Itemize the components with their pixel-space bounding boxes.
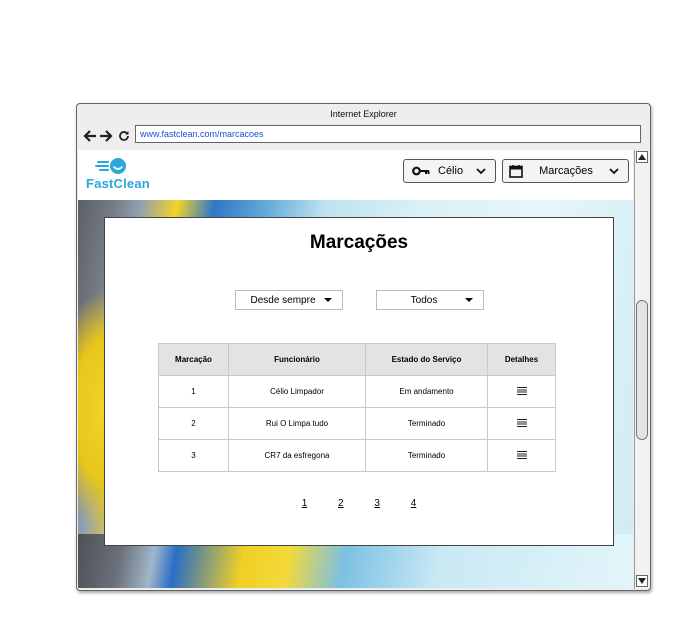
employee-cell: CR7 da esfregona [228, 439, 366, 472]
table-row: 2 Rui O Limpa tudo Terminado [158, 407, 556, 440]
page-title: Marcações [309, 232, 409, 253]
details-cell [487, 375, 556, 408]
page-link-2[interactable]: 2 [338, 498, 344, 509]
scroll-down-arrow-icon[interactable] [636, 575, 648, 587]
booking-id-cell: 3 [158, 439, 229, 472]
employee-cell: Rui O Limpa tudo [228, 407, 366, 440]
table-row: 3 CR7 da esfregona Terminado [158, 439, 556, 472]
page-link-4[interactable]: 4 [411, 498, 417, 509]
calendar-icon [509, 164, 523, 178]
caret-down-icon [324, 298, 332, 302]
table-row: 1 Célio Limpador Em andamento [158, 375, 556, 408]
details-cell [487, 439, 556, 472]
page-link-1[interactable]: 1 [302, 498, 308, 509]
period-filter-dropdown[interactable]: Desde sempre [235, 290, 343, 310]
table-header-row: Marcação Funcionário Estado do Serviço D… [158, 343, 556, 376]
page-link-3[interactable]: 3 [374, 498, 380, 509]
logo-mark-icon [95, 158, 126, 174]
service-state-cell: Terminado [365, 439, 488, 472]
column-header-employee: Funcionário [228, 343, 366, 376]
caret-down-icon [465, 298, 473, 302]
state-filter-dropdown[interactable]: Todos [376, 290, 484, 310]
browser-window: Internet Explorer www.fastclean.com/marc… [76, 103, 651, 591]
reload-icon[interactable] [115, 127, 133, 145]
column-header-service-state: Estado do Serviço [365, 343, 488, 376]
page-viewport: FastClean Célio Marcações Marcações Desd… [78, 150, 633, 588]
browser-nav-bar: www.fastclean.com/marcacoes [77, 124, 650, 150]
details-list-icon[interactable] [516, 450, 527, 459]
bookings-table: Marcação Funcionário Estado do Serviço D… [158, 343, 556, 472]
forward-arrow-icon[interactable] [97, 127, 115, 145]
fastclean-logo[interactable]: FastClean [86, 156, 166, 194]
address-bar[interactable]: www.fastclean.com/marcacoes [135, 125, 641, 143]
browser-title: Internet Explorer [330, 109, 397, 119]
booking-id-cell: 1 [158, 375, 229, 408]
service-state-cell: Terminado [365, 407, 488, 440]
period-filter-value: Desde sempre [250, 294, 316, 306]
service-state-cell: Em andamento [365, 375, 488, 408]
details-list-icon[interactable] [516, 418, 527, 427]
scrollbar-thumb[interactable] [636, 300, 648, 440]
logo-text: FastClean [86, 176, 150, 191]
state-filter-value: Todos [410, 294, 438, 306]
user-menu-label: Célio [438, 165, 464, 177]
chevron-down-icon [476, 167, 486, 175]
column-header-booking: Marcação [158, 343, 229, 376]
employee-cell: Célio Limpador [228, 375, 366, 408]
section-menu-label: Marcações [539, 165, 593, 177]
section-menu-button[interactable]: Marcações [502, 159, 629, 183]
booking-id-cell: 2 [158, 407, 229, 440]
bookings-card: Marcações Desde sempre Todos Marcação Fu… [104, 217, 614, 546]
chevron-down-icon [609, 167, 619, 175]
user-menu-button[interactable]: Célio [403, 159, 496, 183]
site-header: FastClean Célio Marcações [78, 150, 633, 200]
pagination: 1 2 3 4 [105, 498, 613, 509]
vertical-scrollbar[interactable] [634, 150, 649, 589]
key-icon [412, 166, 430, 176]
column-header-details: Detalhes [487, 343, 556, 376]
scroll-up-arrow-icon[interactable] [636, 151, 648, 163]
details-cell [487, 407, 556, 440]
details-list-icon[interactable] [516, 386, 527, 395]
